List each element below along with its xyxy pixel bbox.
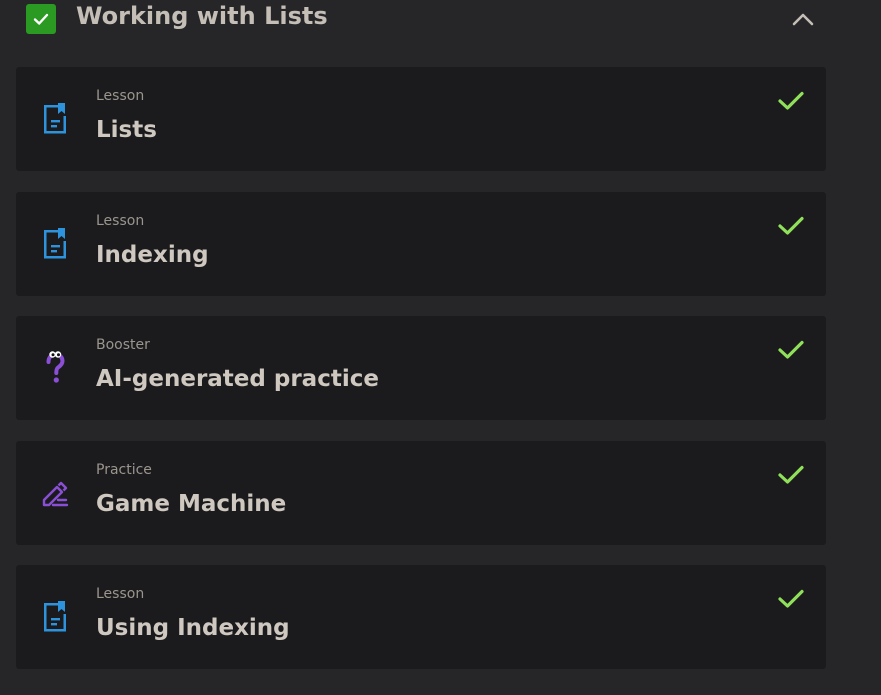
item-type-label: Practice: [96, 462, 152, 478]
completed-check-icon: [776, 587, 806, 611]
item-type-label: Lesson: [96, 88, 145, 104]
checkmark-icon: [33, 13, 49, 25]
list-item-lists[interactable]: Lesson Lists: [16, 67, 826, 171]
list-item-using-indexing[interactable]: Lesson Using Indexing: [16, 565, 826, 669]
booster-question-icon: [40, 350, 70, 386]
list-item-ai-generated-practice[interactable]: Booster AI-generated practice: [16, 316, 826, 420]
completed-check-icon: [776, 214, 806, 238]
chevron-up-icon: [792, 13, 814, 26]
list-item-game-machine[interactable]: Practice Game Machine: [16, 441, 826, 545]
item-title: Game Machine: [96, 491, 287, 517]
item-type-label: Booster: [96, 337, 150, 353]
section-complete-checkbox: [26, 4, 56, 34]
item-title: Indexing: [96, 242, 209, 268]
completed-check-icon: [776, 463, 806, 487]
item-title: Lists: [96, 117, 157, 143]
section-title: Working with Lists: [76, 2, 328, 30]
section-header[interactable]: Working with Lists: [0, 0, 881, 40]
item-type-label: Lesson: [96, 213, 145, 229]
practice-pencil-icon: [40, 475, 70, 511]
completed-check-icon: [776, 338, 806, 362]
list-item-indexing[interactable]: Lesson Indexing: [16, 192, 826, 296]
lesson-document-icon: [40, 101, 70, 137]
item-title: AI-generated practice: [96, 366, 379, 392]
collapse-section-button[interactable]: [788, 6, 818, 32]
lesson-document-icon: [40, 599, 70, 635]
completed-check-icon: [776, 89, 806, 113]
item-title: Using Indexing: [96, 615, 290, 641]
lesson-document-icon: [40, 226, 70, 262]
item-type-label: Lesson: [96, 586, 145, 602]
